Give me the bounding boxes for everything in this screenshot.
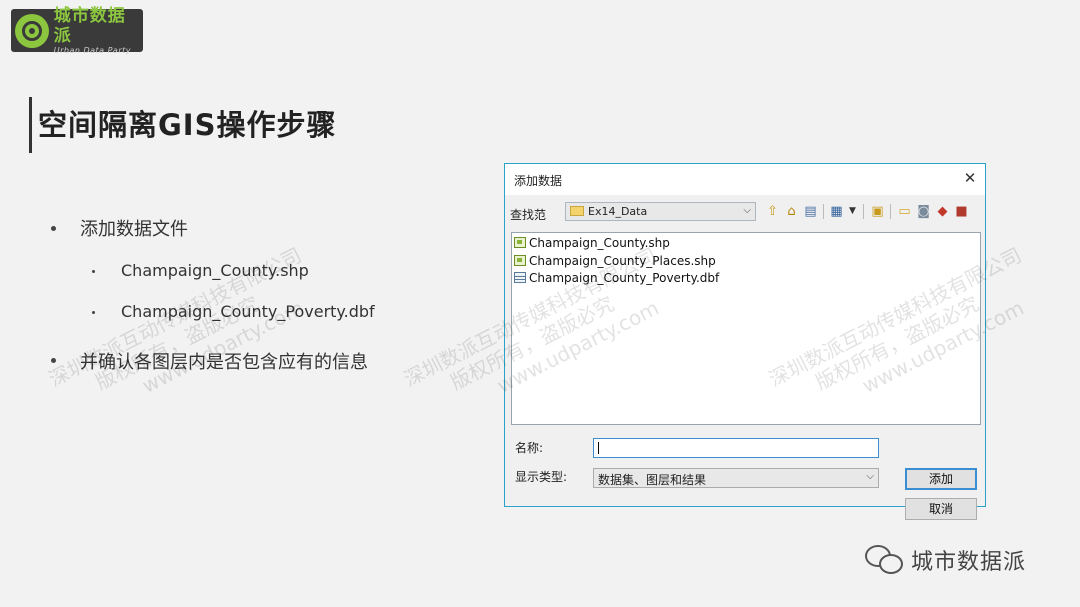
- add-button[interactable]: 添加: [905, 468, 977, 490]
- shapefile-icon: [514, 255, 526, 266]
- look-in-dropdown[interactable]: Ex14_Data ⌵: [565, 202, 756, 221]
- bullet-dot: [51, 358, 56, 363]
- shapefile-icon: [514, 237, 526, 248]
- layer-icon[interactable]: ◆: [935, 204, 950, 219]
- sub-bullet-dot: [92, 311, 95, 314]
- look-in-value: Ex14_Data: [588, 205, 648, 218]
- toolbox-icon[interactable]: ■: [954, 204, 969, 219]
- table-icon: [514, 272, 526, 283]
- new-folder-icon[interactable]: ▣: [870, 204, 885, 219]
- home-icon[interactable]: ⌂: [784, 204, 799, 219]
- file-name: Champaign_County_Places.shp: [529, 253, 716, 268]
- bullet-dot: [51, 226, 56, 231]
- sub-bullet-item: Champaign_County_Poverty.dbf: [121, 302, 375, 321]
- name-input[interactable]: [593, 438, 879, 458]
- title-accent-bar: [29, 97, 32, 153]
- watermark-line: 版权所有，盗版必究: [91, 291, 263, 395]
- chevron-down-icon: ⌵: [866, 471, 874, 482]
- dialog-title: 添加数据: [514, 174, 563, 188]
- file-item[interactable]: Champaign_County_Places.shp: [512, 252, 716, 269]
- dialog-body: 查找范 Ex14_Data ⌵ ⇧ ⌂ ▤ ▦ ▼ ▣ ▭ ◙ ◆ ■ Cham…: [505, 195, 985, 520]
- wechat-icon: [865, 543, 907, 577]
- file-item[interactable]: Champaign_County_Poverty.dbf: [512, 269, 719, 286]
- toolbar-separator: [863, 204, 864, 219]
- view-options-icon[interactable]: ▦: [829, 204, 844, 219]
- toolbar-separator: [890, 204, 891, 219]
- toolbar-separator: [823, 204, 824, 219]
- logo-name-cn: 城市数据派: [53, 5, 126, 46]
- bullet-item: 添加数据文件: [80, 219, 188, 240]
- show-type-select[interactable]: 数据集、图层和结果 ⌵: [593, 468, 879, 488]
- logo-mark-icon: [15, 13, 49, 48]
- text-caret: [598, 442, 599, 454]
- footer-brand: 城市数据派: [865, 543, 1026, 577]
- sub-bullet-dot: [92, 270, 95, 273]
- file-item[interactable]: Champaign_County.shp: [512, 234, 670, 251]
- sub-bullet-item: Champaign_County.shp: [121, 261, 309, 280]
- show-type-value: 数据集、图层和结果: [598, 473, 707, 487]
- name-label: 名称:: [515, 441, 544, 455]
- bullet-item: 并确认各图层内是否包含应有的信息: [80, 352, 368, 373]
- close-icon[interactable]: ✕: [961, 169, 979, 187]
- database-icon[interactable]: ◙: [916, 204, 931, 219]
- dialog-title-bar: 添加数据 ✕: [505, 164, 985, 195]
- file-name: Champaign_County.shp: [529, 235, 670, 250]
- chevron-down-icon: ⌵: [743, 205, 751, 216]
- look-in-label: 查找范: [510, 208, 547, 222]
- connect-folder-icon[interactable]: ▭: [897, 204, 912, 219]
- file-name: Champaign_County_Poverty.dbf: [529, 270, 720, 285]
- file-list[interactable]: Champaign_County.shp Champaign_County_Pl…: [511, 232, 981, 425]
- add-data-dialog: 添加数据 ✕ 查找范 Ex14_Data ⌵ ⇧ ⌂ ▤ ▦ ▼ ▣ ▭ ◙ ◆…: [504, 163, 986, 520]
- show-type-label: 显示类型:: [515, 470, 568, 484]
- folder-icon: [570, 206, 584, 216]
- slide-title: 空间隔离GIS操作步骤: [38, 108, 337, 142]
- footer-brand-text: 城市数据派: [911, 550, 1027, 575]
- catalog-icon[interactable]: ▤: [803, 204, 818, 219]
- brand-logo: 城市数据派 Urban Data Party: [11, 5, 143, 55]
- logo-name-en: Urban Data Party: [53, 45, 131, 55]
- up-folder-icon[interactable]: ⇧: [765, 204, 780, 219]
- chevron-down-icon[interactable]: ▼: [845, 204, 860, 219]
- cancel-button[interactable]: 取消: [905, 498, 977, 520]
